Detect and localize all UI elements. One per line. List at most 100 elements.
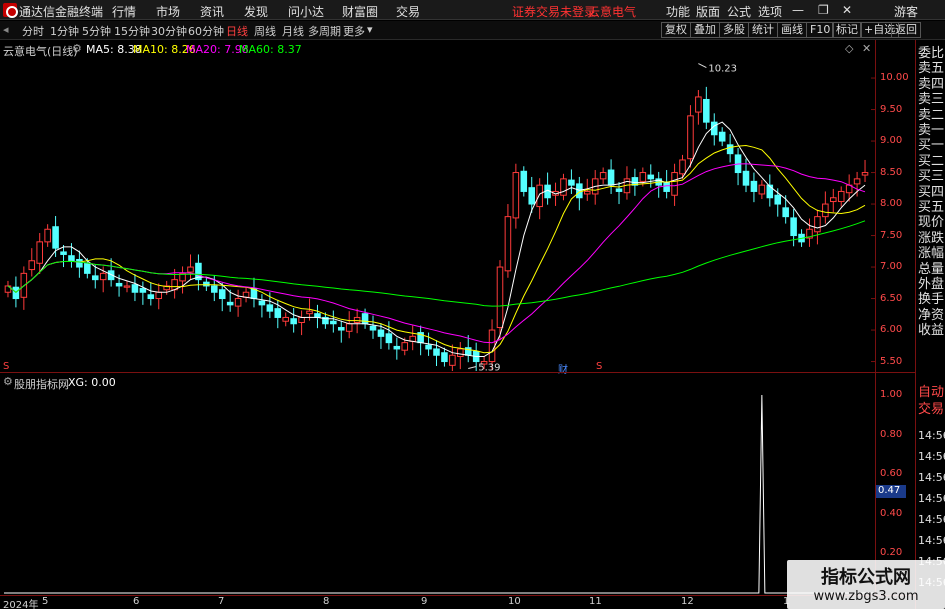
candle-body xyxy=(663,182,670,192)
candle-body xyxy=(496,266,504,329)
candle-body xyxy=(203,281,210,287)
stats-button[interactable]: 统计 xyxy=(748,22,778,38)
orderbook-label: 委比 xyxy=(918,46,945,61)
trade-time: 14:56 xyxy=(918,492,945,505)
user-label[interactable]: 游客 xyxy=(894,3,918,20)
date-tick-label: 12 xyxy=(681,596,694,607)
chart-close-icon[interactable]: ✕ xyxy=(862,42,871,55)
tab-5min[interactable]: 5分钟 xyxy=(82,23,111,39)
menu-market[interactable]: 市场 xyxy=(156,3,180,20)
tab-15min[interactable]: 15分钟 xyxy=(114,23,150,39)
multi-stock-button[interactable]: 多股 xyxy=(719,22,749,38)
candlestick-chart[interactable]: 10.23 5.39 xyxy=(0,56,875,371)
candle-body xyxy=(377,329,385,337)
event-mark-s1[interactable]: S xyxy=(3,361,9,372)
event-mark-finance[interactable]: 财 xyxy=(558,361,568,376)
candle-body xyxy=(750,180,758,192)
auto-trade-label[interactable]: 自动 xyxy=(918,385,944,400)
stock-name-tag: 云意电气 xyxy=(588,5,637,19)
tab-daily[interactable]: 日线 xyxy=(226,23,248,39)
orderbook-label: 换手 xyxy=(918,292,945,308)
restore-icon[interactable]: ❐ xyxy=(818,3,829,17)
mark-button[interactable]: 标记 xyxy=(832,22,862,38)
watermark: 指标公式网 www.zbgs3.com xyxy=(787,560,945,609)
menu-options[interactable]: 选项 xyxy=(758,3,782,20)
price-tick-label: 8.00 xyxy=(880,198,903,210)
indicator-tick-label: 0.80 xyxy=(880,428,903,440)
app-title: 通达信金融终端 xyxy=(19,5,104,19)
low-label: 5.39 xyxy=(478,362,500,371)
ma-line-ma10 xyxy=(7,144,866,354)
orderbook-label: 买五 xyxy=(918,200,945,215)
menu-discover[interactable]: 发现 xyxy=(244,3,268,20)
draw-line-button[interactable]: 画线 xyxy=(777,22,807,38)
candle-body xyxy=(504,216,512,272)
price-tick-label: 10.00 xyxy=(880,72,909,84)
candle-body xyxy=(290,318,297,325)
tab-30min[interactable]: 30分钟 xyxy=(151,23,187,39)
indicator-chart[interactable] xyxy=(0,385,875,595)
orderbook-label: 收益 xyxy=(918,323,945,339)
orderbook-label: 涨跌 xyxy=(918,230,945,246)
candle-body xyxy=(123,285,131,288)
candle-body xyxy=(568,179,575,186)
auto-trade-label[interactable]: 交易 xyxy=(918,402,944,417)
tab-monthly[interactable]: 月线 xyxy=(282,23,304,39)
menu-function[interactable]: 功能 xyxy=(666,3,690,20)
trade-time: 14:56 xyxy=(918,429,945,442)
adjust-button[interactable]: 复权 xyxy=(661,22,691,38)
date-tick-label: 6 xyxy=(133,596,140,607)
price-tick-label: 8.50 xyxy=(880,166,903,178)
candle-body xyxy=(861,172,869,176)
candle-body xyxy=(361,313,369,325)
settings-icon[interactable]: ⚙ xyxy=(72,42,82,55)
tab-intraday[interactable]: 分时 xyxy=(22,23,44,39)
candle-body xyxy=(115,282,123,287)
price-tick-label: 6.50 xyxy=(880,292,903,304)
tab-1min[interactable]: 1分钟 xyxy=(50,23,79,39)
f10-button[interactable]: F10 xyxy=(806,22,835,38)
candle-body xyxy=(615,188,623,192)
candle-body xyxy=(774,194,782,205)
menu-formula[interactable]: 公式 xyxy=(727,3,751,20)
orderbook-label: 卖三 xyxy=(918,92,945,108)
chart-options-icon[interactable]: ◇ xyxy=(845,42,853,55)
candle-body xyxy=(99,272,107,281)
current-value-box: 0.47 xyxy=(876,485,906,498)
close-icon[interactable]: ✕ xyxy=(842,3,852,17)
back-button[interactable]: 返回 xyxy=(891,22,921,38)
candle-body xyxy=(282,316,289,322)
date-tick-label: 7 xyxy=(218,596,225,607)
indicator-tick-label: 0.60 xyxy=(880,468,903,480)
menu-ask[interactable]: 问小达 xyxy=(288,3,324,20)
menu-layout[interactable]: 版面 xyxy=(696,3,720,20)
chart-right-border xyxy=(875,40,876,596)
arrow-left-icon[interactable]: ◂ xyxy=(3,23,9,36)
price-tick-label: 6.00 xyxy=(880,324,903,336)
event-mark-s2[interactable]: S xyxy=(596,361,602,372)
overlay-button[interactable]: 叠加 xyxy=(690,22,720,38)
candle-body xyxy=(91,275,99,281)
candle-body xyxy=(528,187,536,205)
more-dropdown-icon[interactable]: ▾ xyxy=(367,23,373,36)
menu-quotes[interactable]: 行情 xyxy=(112,3,136,20)
login-notice[interactable]: 证券交易未登录 xyxy=(512,3,596,20)
date-tick-label: 10 xyxy=(508,596,521,607)
candle-body xyxy=(401,342,409,351)
candle-body xyxy=(298,316,305,323)
date-tick-label: 9 xyxy=(421,596,428,607)
candle-body xyxy=(718,131,726,142)
minimize-icon[interactable]: — xyxy=(792,3,804,17)
candle-body xyxy=(385,333,393,344)
candle-body xyxy=(36,241,43,264)
menu-wealth[interactable]: 财富圈 xyxy=(342,3,378,20)
ma60-label: MA60: 8.37 xyxy=(239,43,302,56)
menu-trade[interactable]: 交易 xyxy=(396,3,420,20)
menu-news[interactable]: 资讯 xyxy=(200,3,224,20)
tab-60min[interactable]: 60分钟 xyxy=(188,23,224,39)
tab-more[interactable]: 更多 xyxy=(343,23,365,39)
trade-time: 14:56 xyxy=(918,450,945,463)
tab-multi-period[interactable]: 多周期 xyxy=(308,23,341,39)
orderbook-label: 买二 xyxy=(918,153,945,169)
tab-weekly[interactable]: 周线 xyxy=(254,23,276,39)
